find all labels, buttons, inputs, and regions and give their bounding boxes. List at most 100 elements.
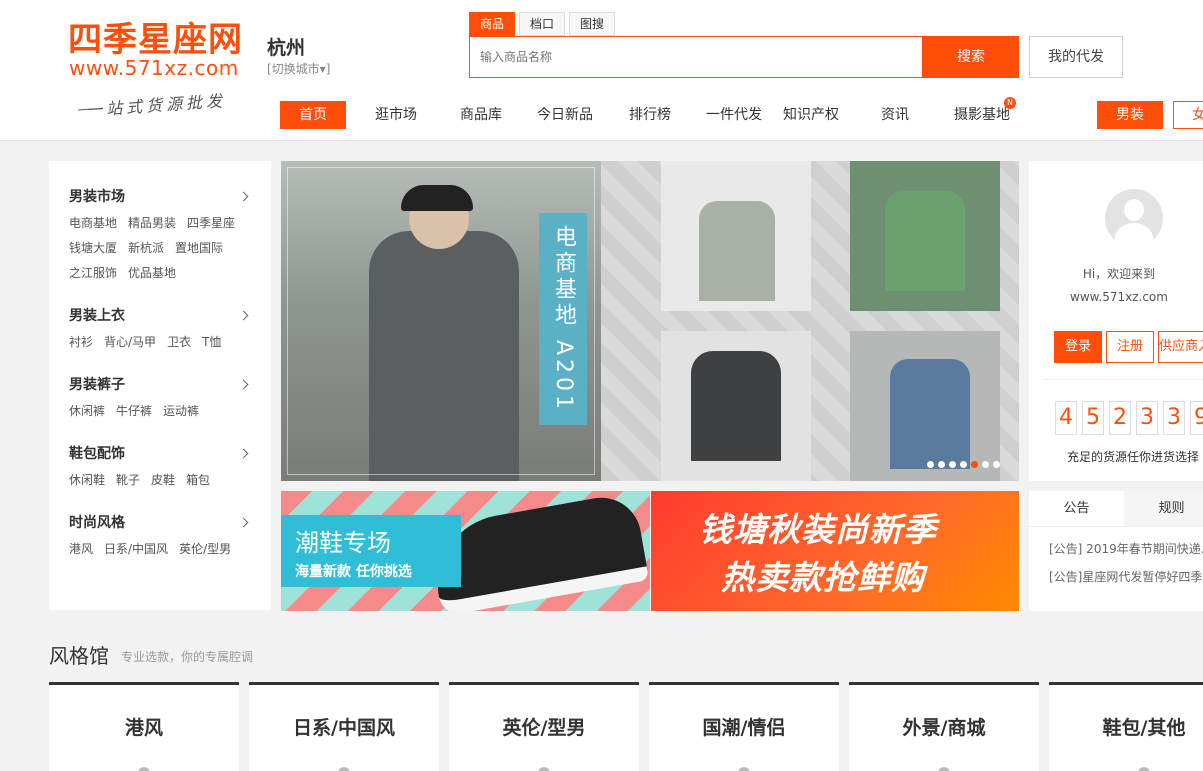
promo-autumn-line2: 热卖款抢鲜购 [721,558,925,597]
more-icon [107,767,181,771]
category-title-text: 鞋包配饰 [69,446,125,462]
notice-item[interactable]: [公告] 2019年春节期间快递... [1029,535,1203,563]
carousel-dot[interactable] [949,461,956,468]
carousel-dot[interactable] [927,461,934,468]
category-styles: 时尚风格 港风 日系/中国风 英伦/型男 [69,511,251,562]
product-photo [850,331,1000,481]
category-link[interactable]: 卫衣 [167,330,191,355]
category-link[interactable]: 之江服饰 [69,261,117,286]
tab-rules[interactable]: 规则 [1124,491,1203,526]
nav-market[interactable]: 逛市场 [346,101,446,129]
category-link[interactable]: 休闲裤 [69,399,105,424]
main-nav: 首页 逛市场 商品库 今日新品 排行榜 一件代发 知识产权 资讯 摄影基地 N [280,97,1016,129]
product-photo [661,161,811,311]
search-tabs: 商品 档口 图搜 [469,12,619,36]
search-tab-stall[interactable]: 档口 [519,12,566,36]
nav-photo-base[interactable]: 摄影基地 N [950,97,1016,129]
style-card[interactable]: 日系/中国风 [249,682,439,771]
category-link[interactable]: 休闲鞋 [69,468,105,493]
nav-ranking[interactable]: 排行榜 [614,101,686,129]
gender-female-button[interactable]: 女装 [1173,101,1203,129]
category-title[interactable]: 男装上衣 [69,304,251,326]
category-title-text: 时尚风格 [69,515,125,531]
search-tab-image[interactable]: 图搜 [569,12,616,36]
carousel-dots [927,461,1004,468]
style-hall-subtitle: 专业选款，你的专属腔调 [121,650,254,664]
city-switch-link[interactable]: [切换城市▾] [267,60,330,77]
chevron-right-icon [238,517,249,527]
supplier-join-button[interactable]: 供应商入驻 [1158,331,1203,363]
site-url: www.571xz.com [1070,290,1168,304]
promo-autumn-banner[interactable]: 钱塘秋装尚新季 热卖款抢鲜购 [651,491,1019,611]
nav-home[interactable]: 首页 [280,101,346,129]
banner-grid [601,161,1019,481]
category-title[interactable]: 男装裤子 [69,373,251,395]
more-icon [307,767,381,771]
style-card[interactable]: 鞋包/其他 [1049,682,1203,771]
style-card[interactable]: 外景/商城 [849,682,1039,771]
category-sidebar: 男装市场 电商基地 精品男装 四季星座 钱塘大厦 新杭派 置地国际 之江服饰 优… [49,161,271,610]
category-link[interactable]: 背心/马甲 [104,330,156,355]
logo-url[interactable]: www.571xz.com [69,56,239,80]
carousel-dot[interactable] [982,461,989,468]
category-link[interactable]: 优品基地 [128,261,176,286]
promo-shoes-subtitle: 海量新款 任你挑选 [295,564,412,580]
category-link[interactable]: 牛仔裤 [116,399,152,424]
notice-item[interactable]: [公告]星座网代发暂停好四季... [1029,563,1203,591]
nav-dropship[interactable]: 一件代发 [686,101,782,129]
category-link[interactable]: 皮鞋 [151,468,175,493]
style-card[interactable]: 国潮/情侣 [649,682,839,771]
category-title[interactable]: 男装市场 [69,185,251,207]
search-input[interactable] [470,37,922,77]
category-link[interactable]: 港风 [69,537,93,562]
nav-news[interactable]: 资讯 [840,101,950,129]
style-card[interactable]: 港风 [49,682,239,771]
category-link[interactable]: 新杭派 [128,236,164,261]
counter-digit: 3 [1163,401,1185,435]
category-title[interactable]: 时尚风格 [69,511,251,533]
nav-new-today[interactable]: 今日新品 [516,101,614,129]
category-link[interactable]: 钱塘大厦 [69,236,117,261]
category-link[interactable]: 衬衫 [69,330,93,355]
style-card-name: 鞋包/其他 [1102,717,1186,739]
style-hall-title: 风格馆 [49,644,109,668]
promo-shoes-title: 潮鞋专场 [295,529,391,557]
category-link[interactable]: 箱包 [186,468,210,493]
search-button[interactable]: 搜索 [923,36,1019,78]
category-links: 港风 日系/中国风 英伦/型男 [69,537,251,562]
hero-carousel[interactable]: 电商基地 A201 [281,161,1019,481]
divider [1043,379,1203,380]
logo-text[interactable]: 四季星座网 [68,20,243,60]
avatar-icon [1105,189,1163,247]
carousel-dot[interactable] [960,461,967,468]
category-link[interactable]: 日系/中国风 [104,537,168,562]
gender-male-button[interactable]: 男装 [1097,101,1163,129]
category-title-text: 男装裤子 [69,377,125,393]
login-button[interactable]: 登录 [1054,331,1102,363]
category-link[interactable]: 英伦/型男 [179,537,231,562]
search-tab-goods[interactable]: 商品 [469,12,516,36]
category-link[interactable]: 精品男装 [128,211,176,236]
nav-ip[interactable]: 知识产权 [782,101,840,129]
tab-announcements[interactable]: 公告 [1029,491,1124,526]
nav-product-library[interactable]: 商品库 [446,101,516,129]
category-link[interactable]: 靴子 [116,468,140,493]
category-title[interactable]: 鞋包配饰 [69,442,251,464]
category-link[interactable]: 运动裤 [163,399,199,424]
notice-list: [公告] 2019年春节期间快递... [公告]星座网代发暂停好四季... [1029,527,1203,591]
category-link[interactable]: T恤 [202,330,221,355]
counter-digit: 9 [1190,401,1203,435]
style-card[interactable]: 英伦/型男 [449,682,639,771]
category-link[interactable]: 置地国际 [175,236,223,261]
carousel-dot[interactable] [938,461,945,468]
my-dropship-button[interactable]: 我的代发 [1029,36,1123,78]
more-icon [1107,767,1181,771]
promo-shoes-banner[interactable]: 潮鞋专场 海量新款 任你挑选 [281,491,650,611]
category-link[interactable]: 四季星座 [187,211,235,236]
category-links: 衬衫 背心/马甲 卫衣 T恤 [69,330,251,355]
category-link[interactable]: 电商基地 [69,211,117,236]
register-button[interactable]: 注册 [1106,331,1154,363]
carousel-dot[interactable] [971,461,978,468]
carousel-dot[interactable] [993,461,1000,468]
user-panel: Hi，欢迎来到 www.571xz.com 登录 注册 供应商入驻 4 5 2 … [1029,161,1203,481]
